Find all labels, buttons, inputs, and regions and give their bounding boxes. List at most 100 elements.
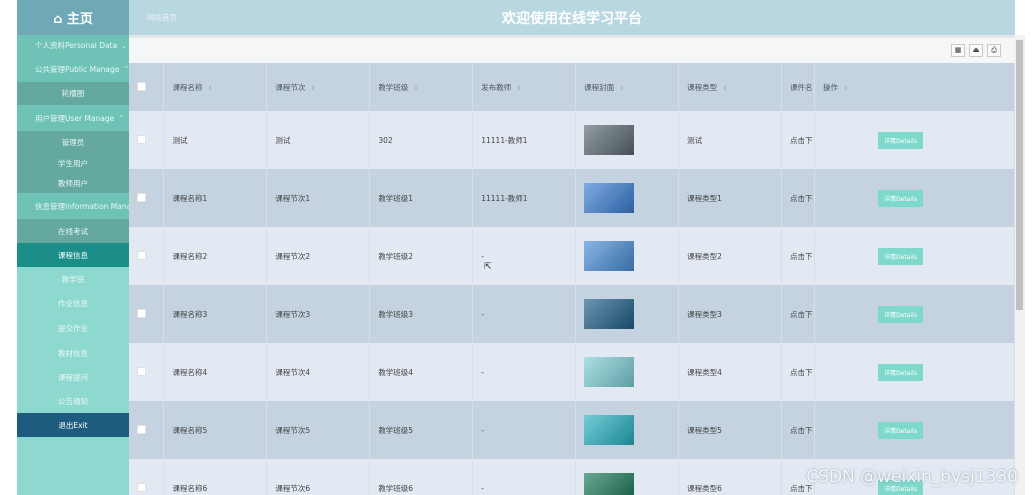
cell-class: 教学班级3 <box>369 285 474 343</box>
cell-type: 课程类型2 <box>678 227 783 285</box>
cell-section: 课程节次5 <box>266 401 371 459</box>
sidebar-item-label: 教师用户 <box>58 178 88 188</box>
scrollbar-thumb[interactable] <box>1016 40 1023 310</box>
column-header[interactable]: 发布教师 ⇕ <box>472 63 577 111</box>
cell-cover <box>575 401 680 459</box>
cell-teacher: 11111-教师1 <box>472 111 577 169</box>
row-select-cell <box>129 169 165 227</box>
details-button[interactable]: 详情Details <box>878 305 923 323</box>
row-checkbox[interactable] <box>137 134 146 144</box>
sidebar-item[interactable]: 个人资料Personal Data ⌄ <box>17 35 129 56</box>
row-checkbox[interactable] <box>137 424 146 434</box>
sidebar-item[interactable]: 提交作业 <box>17 315 129 341</box>
sort-icon[interactable]: ⇕ <box>722 85 727 92</box>
sidebar-item[interactable]: 作业信息 <box>17 291 129 315</box>
sidebar-item-label: 在线考试 <box>58 226 88 236</box>
sort-icon[interactable]: ⇕ <box>516 85 521 92</box>
sort-icon[interactable]: ⇕ <box>310 85 315 92</box>
sidebar-item[interactable]: 教师用户 <box>17 173 129 193</box>
details-button[interactable]: 详情Details <box>878 363 923 381</box>
sort-icon[interactable]: ⇕ <box>207 85 212 92</box>
cell-file-link[interactable]: 点击下 <box>781 285 816 343</box>
cell-type: 课程类型1 <box>678 169 783 227</box>
sidebar-item-label: 用户管理User Manage <box>35 113 115 123</box>
cell-file-link[interactable]: 点击下 <box>781 401 816 459</box>
row-checkbox[interactable] <box>137 482 146 492</box>
sidebar-item[interactable]: 课程提问 <box>17 365 129 389</box>
sort-icon[interactable]: ⇕ <box>843 85 848 92</box>
sidebar-item[interactable]: 学生用户 <box>17 153 129 173</box>
cell-file-link[interactable]: 点击下 <box>781 343 816 401</box>
watermark: CSDN @weixin_bysj1330 <box>806 467 1018 487</box>
sidebar-item[interactable]: 管理员 <box>17 131 129 153</box>
columns-icon[interactable]: ▦ <box>951 44 965 57</box>
sidebar-item[interactable]: 教材信息 <box>17 341 129 365</box>
column-header[interactable]: 操作 ⇕ <box>814 63 1015 111</box>
column-header[interactable]: 课程类型 ⇕ <box>678 63 783 111</box>
details-button[interactable]: 详情Details <box>878 247 923 265</box>
cell-file-link[interactable]: 点击下 <box>781 111 816 169</box>
cell-name: 课程名称4 <box>163 343 268 401</box>
sort-icon[interactable]: ⇕ <box>619 85 624 92</box>
sidebar-item-label: 提交作业 <box>58 323 88 333</box>
sidebar-item[interactable]: 信息管理Information Manage⌃ <box>17 193 129 219</box>
details-button[interactable]: 详情Details <box>878 421 923 439</box>
sidebar-item-label: 课程提问 <box>58 372 88 382</box>
cell-class: 302 <box>369 111 474 169</box>
cell-cover <box>575 343 680 401</box>
cell-actions: 详情Details <box>814 169 1015 227</box>
row-checkbox[interactable] <box>137 308 146 318</box>
print-icon[interactable]: ⎙ <box>987 44 1001 57</box>
cell-name: 课程名称5 <box>163 401 268 459</box>
row-select-cell <box>129 401 165 459</box>
sidebar-item[interactable]: 教学班 <box>17 267 129 291</box>
table-header-row: 课程名称 ⇕ 课程节次 ⇕ 教学班级 ⇕ 发布教师 ⇕ 课程封面 ⇕ 课程类型 ⇕ 课件名 操作 ⇕ <box>129 63 1015 111</box>
cell-name: 测试 <box>163 111 268 169</box>
cell-type: 课程类型6 <box>678 459 783 495</box>
sidebar-item[interactable]: 退出Exit <box>17 413 129 437</box>
cell-name: 课程名称3 <box>163 285 268 343</box>
details-button[interactable]: 详情Details <box>878 131 923 149</box>
sidebar-item[interactable]: 用户管理User Manage ⌃ <box>17 105 129 131</box>
row-select-cell <box>129 459 165 495</box>
select-all-checkbox[interactable] <box>137 81 146 91</box>
sidebar-item[interactable]: 公共管理Public Manage ⌃ <box>17 56 129 82</box>
sidebar-item-label: 退出Exit <box>58 420 88 430</box>
row-checkbox[interactable] <box>137 250 146 260</box>
table-row: 测试 测试 302 11111-教师1 测试 点击下 详情Details <box>129 111 1015 169</box>
row-checkbox[interactable] <box>137 366 146 376</box>
cell-file-link[interactable]: 点击下 <box>781 169 816 227</box>
cell-name: 课程名称1 <box>163 169 268 227</box>
column-header[interactable]: 课程封面 ⇕ <box>575 63 680 111</box>
cell-section: 课程节次6 <box>266 459 371 495</box>
cell-cover <box>575 169 680 227</box>
row-checkbox[interactable] <box>137 192 146 202</box>
column-header-label: 课程节次 <box>275 82 306 92</box>
cell-file-link[interactable]: 点击下 <box>781 227 816 285</box>
cell-actions: 详情Details <box>814 227 1015 285</box>
sort-icon[interactable]: ⇕ <box>413 85 418 92</box>
sidebar-item[interactable]: 轮播图 <box>17 82 129 105</box>
sidebar-item-label: 教学班 <box>61 274 85 284</box>
sidebar-item[interactable]: 公告通知 <box>17 389 129 413</box>
cell-cover <box>575 227 680 285</box>
column-header-label: 操作 <box>823 82 839 92</box>
course-cover-image <box>584 299 635 329</box>
table-toolbar: ▦ ⏏ ⎙ <box>129 35 1015 63</box>
column-header[interactable]: 教学班级 ⇕ <box>369 63 474 111</box>
details-button[interactable]: 详情Details <box>878 189 923 207</box>
table-row: 课程名称1 课程节次1 教学班级1 11111-教师1 课程类型1 点击下 详情Detail… <box>129 169 1015 227</box>
course-cover-image <box>584 183 635 213</box>
column-header[interactable]: 课程名称 ⇕ <box>163 63 268 111</box>
sidebar-item[interactable]: 在线考试 <box>17 219 129 243</box>
sidebar-item-label: 公告通知 <box>58 396 88 406</box>
cell-teacher: - <box>472 401 577 459</box>
home-link[interactable]: ⌂ 主页 <box>17 0 129 35</box>
course-table: 课程名称 ⇕ 课程节次 ⇕ 教学班级 ⇕ 发布教师 ⇕ 课程封面 ⇕ 课程类型 ⇕ 课件名 操作 ⇕ 测试测… <box>129 63 1015 495</box>
sidebar-item[interactable]: 课程信息 <box>17 243 129 267</box>
column-header-label: 发布教师 <box>481 82 512 92</box>
content-area: ▦ ⏏ ⎙ 课程名称 ⇕ 课程节次 ⇕ 教学班级 ⇕ 发布教师 ⇕ 课程封面 ⇕ 课程类型 ⇕ 课件名 操作 ⇕… <box>129 35 1015 495</box>
column-header[interactable]: 课程节次 ⇕ <box>266 63 371 111</box>
column-header[interactable]: 课件名 <box>781 63 816 111</box>
export-icon[interactable]: ⏏ <box>969 44 983 57</box>
